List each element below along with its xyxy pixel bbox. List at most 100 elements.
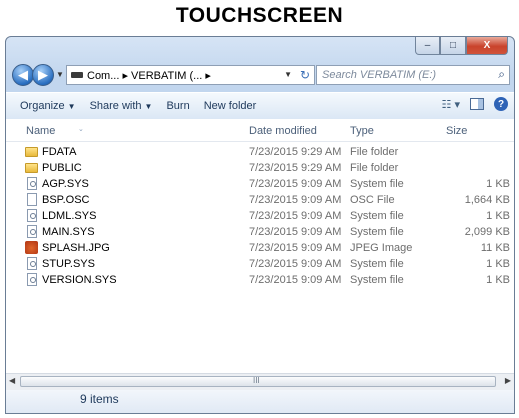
file-size: 1,664 KB xyxy=(464,194,510,206)
column-headers: Name ⌄ Date modified Type Size xyxy=(6,119,514,142)
file-name: SPLASH.JPG xyxy=(42,242,110,254)
table-row[interactable]: STUP.SYS 7/23/2015 9:09 AM System file 1 KB xyxy=(6,256,514,272)
table-row[interactable]: VERSION.SYS 7/23/2015 9:09 AM System file 1… xyxy=(6,272,514,288)
file-date: 7/23/2015 9:29 AM xyxy=(249,162,342,174)
system-file-icon xyxy=(27,273,37,286)
page-title: TOUCHSCREEN xyxy=(175,4,344,27)
command-bar: Organize ▼ Share with ▼ Burn New folder ☷ … xyxy=(6,92,514,120)
file-type: System file xyxy=(350,226,404,238)
file-type: System file xyxy=(350,258,404,270)
grip-icon: III xyxy=(253,376,260,385)
search-icon[interactable]: ⌕ xyxy=(498,67,505,82)
horizontal-scrollbar[interactable]: ◀ III ▶ xyxy=(6,373,514,390)
burn-button[interactable]: Burn xyxy=(166,100,189,112)
forward-button[interactable]: ▶ xyxy=(32,64,54,86)
minimize-button[interactable]: ‒ xyxy=(415,37,440,55)
file-type: System file xyxy=(350,178,404,190)
table-row[interactable]: FDATA 7/23/2015 9:29 AM File folder xyxy=(6,144,514,160)
toolbar-right: ☷ ▾ ? xyxy=(442,97,508,111)
column-name[interactable]: Name xyxy=(26,125,55,137)
file-name: STUP.SYS xyxy=(42,258,95,270)
maximize-button[interactable]: □ xyxy=(440,37,466,55)
back-button[interactable]: ◀ xyxy=(12,64,34,86)
chevron-down-icon: ▼ xyxy=(67,102,76,111)
preview-pane-icon[interactable] xyxy=(470,98,484,110)
table-row[interactable]: AGP.SYS 7/23/2015 9:09 AM System file 1 KB xyxy=(6,176,514,192)
organize-button[interactable]: Organize ▼ xyxy=(20,100,76,112)
search-input[interactable]: Search VERBATIM (E:) ⌕ xyxy=(316,65,510,85)
chevron-down-icon[interactable]: ▼ xyxy=(284,70,292,79)
chevron-down-icon: ▼ xyxy=(144,102,153,111)
system-file-icon xyxy=(27,177,37,190)
file-date: 7/23/2015 9:09 AM xyxy=(249,242,342,254)
file-date: 7/23/2015 9:09 AM xyxy=(249,194,342,206)
file-type: System file xyxy=(350,210,404,222)
file-size: 1 KB xyxy=(486,274,510,286)
file-name: PUBLIC xyxy=(42,162,82,174)
folder-icon xyxy=(25,163,38,173)
column-size[interactable]: Size xyxy=(446,125,467,137)
arrow-left-icon: ◀ xyxy=(18,67,28,82)
share-with-button[interactable]: Share with ▼ xyxy=(90,100,153,112)
file-name: BSP.OSC xyxy=(42,194,90,206)
change-view-icon[interactable]: ☷ ▾ xyxy=(442,98,460,111)
table-row[interactable]: PUBLIC 7/23/2015 9:29 AM File folder xyxy=(6,160,514,176)
file-icon xyxy=(27,193,37,206)
file-type: OSC File xyxy=(350,194,395,206)
window-controls: ‒ □ X xyxy=(415,37,508,55)
help-icon[interactable]: ? xyxy=(494,97,508,111)
explorer-window: ‒ □ X ◀ ▶ ▼ Com... ▸ VERBATIM (... ▸ ▼ ↻… xyxy=(5,36,515,414)
search-placeholder: Search VERBATIM (E:) xyxy=(322,69,437,81)
address-row: ◀ ▶ ▼ Com... ▸ VERBATIM (... ▸ ▼ ↻ Searc… xyxy=(10,63,510,89)
close-button[interactable]: X xyxy=(466,37,508,55)
table-row[interactable]: MAIN.SYS 7/23/2015 9:09 AM System file 2,09… xyxy=(6,224,514,240)
column-date[interactable]: Date modified xyxy=(249,125,317,137)
details-pane: 9 items xyxy=(6,390,514,414)
file-name: LDML.SYS xyxy=(42,210,97,222)
breadcrumb[interactable]: Com... ▸ VERBATIM (... ▸ xyxy=(87,69,211,82)
file-date: 7/23/2015 9:09 AM xyxy=(249,258,342,270)
scroll-left-icon[interactable]: ◀ xyxy=(9,376,15,385)
file-size: 1 KB xyxy=(486,258,510,270)
organize-label: Organize xyxy=(20,100,65,112)
file-type: File folder xyxy=(350,162,399,174)
file-date: 7/23/2015 9:09 AM xyxy=(249,178,342,190)
file-date: 7/23/2015 9:09 AM xyxy=(249,226,342,238)
system-file-icon xyxy=(27,257,37,270)
removable-drive-icon xyxy=(22,413,60,414)
system-file-icon xyxy=(27,225,37,238)
file-size: 1 KB xyxy=(486,210,510,222)
scroll-right-icon[interactable]: ▶ xyxy=(505,376,511,385)
sort-arrow-icon: ⌄ xyxy=(78,126,84,133)
folder-icon xyxy=(25,147,38,157)
file-type: JPEG Image xyxy=(350,242,413,254)
file-name: AGP.SYS xyxy=(42,178,89,190)
file-type: System file xyxy=(350,274,404,286)
file-date: 7/23/2015 9:29 AM xyxy=(249,146,342,158)
drive-icon xyxy=(71,72,83,78)
file-type: File folder xyxy=(350,146,399,158)
column-type[interactable]: Type xyxy=(350,125,374,137)
file-size: 11 KB xyxy=(480,242,510,254)
file-date: 7/23/2015 9:09 AM xyxy=(249,210,342,222)
image-file-icon xyxy=(25,241,38,254)
table-row[interactable]: BSP.OSC 7/23/2015 9:09 AM OSC File 1,664 KB xyxy=(6,192,514,208)
file-name: VERSION.SYS xyxy=(42,274,117,286)
address-bar[interactable]: Com... ▸ VERBATIM (... ▸ ▼ ↻ xyxy=(66,65,315,85)
system-file-icon xyxy=(27,209,37,222)
share-with-label: Share with xyxy=(89,100,142,112)
file-size: 2,099 KB xyxy=(464,226,510,238)
scrollbar-thumb[interactable]: III xyxy=(20,376,496,387)
file-name: MAIN.SYS xyxy=(42,226,95,238)
file-date: 7/23/2015 9:09 AM xyxy=(249,274,342,286)
file-name: FDATA xyxy=(42,146,77,158)
arrow-right-icon: ▶ xyxy=(38,67,48,82)
file-size: 1 KB xyxy=(486,178,510,190)
item-count: 9 items xyxy=(80,392,119,406)
file-list: Name ⌄ Date modified Type Size FDATA 7/23… xyxy=(6,119,514,373)
refresh-icon[interactable]: ↻ xyxy=(300,68,310,82)
new-folder-button[interactable]: New folder xyxy=(204,100,257,112)
table-row[interactable]: SPLASH.JPG 7/23/2015 9:09 AM JPEG Image 11 … xyxy=(6,240,514,256)
table-row[interactable]: LDML.SYS 7/23/2015 9:09 AM System file 1 KB xyxy=(6,208,514,224)
recent-pages-dropdown[interactable]: ▼ xyxy=(56,70,64,79)
